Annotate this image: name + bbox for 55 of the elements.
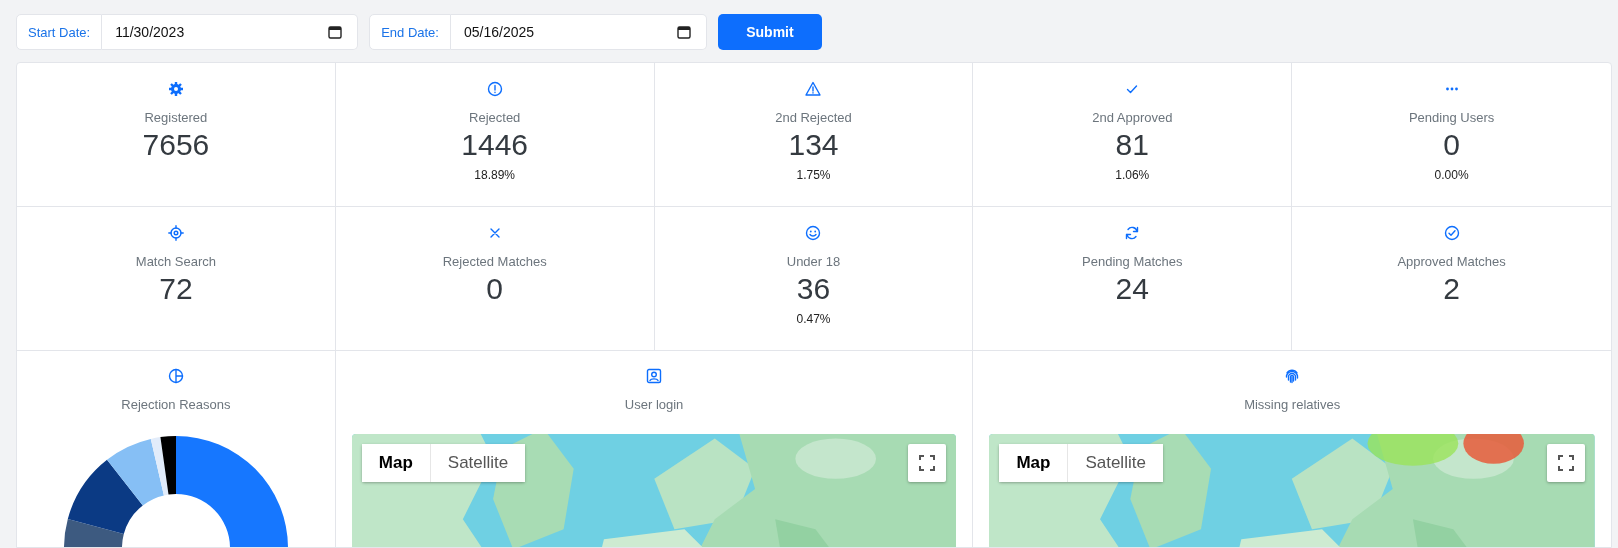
stat-label: Match Search <box>135 254 216 269</box>
date-input[interactable]: 11/30/2023 <box>102 24 324 40</box>
stat-label: Pending Users <box>1408 110 1495 125</box>
warning-icon <box>805 81 822 97</box>
stat-label: Registered <box>144 110 208 125</box>
stat-label: Approved Matches <box>1397 254 1506 269</box>
stat-value: 81 <box>1115 128 1149 162</box>
calendar-icon <box>327 24 344 40</box>
stat-value: 134 <box>788 128 839 162</box>
gear-icon <box>167 81 184 97</box>
panel-title: User login <box>624 397 684 412</box>
stat-label: 2nd Approved <box>1092 110 1173 125</box>
date-input[interactable]: 05/16/2025 <box>450 24 672 40</box>
stat-value: 2 <box>1443 272 1460 306</box>
stat-value: 0 <box>486 272 504 306</box>
map-type-tab[interactable]: Map <box>361 444 430 482</box>
stat-percent: 18.89% <box>474 168 516 182</box>
date-field[interactable]: 11/30/2023 <box>102 14 359 50</box>
refresh-icon <box>1124 225 1141 241</box>
fingerprint-icon <box>1284 368 1301 384</box>
stat-value: 7656 <box>142 128 210 162</box>
date-label: End Date: <box>369 14 451 50</box>
date-field[interactable]: 05/16/2025 <box>450 14 707 50</box>
fullscreen-button[interactable] <box>1547 444 1585 482</box>
panel-title: Missing relatives <box>1244 397 1341 412</box>
fullscreen-button[interactable] <box>908 444 947 482</box>
stat-percent: 1.75% <box>796 168 831 182</box>
stat-label: Pending Matches <box>1082 254 1183 269</box>
stat-label: 2nd Rejected <box>775 110 852 125</box>
user-icon <box>646 368 663 384</box>
exclamation-circle-icon <box>486 81 503 97</box>
pie-icon <box>167 368 184 384</box>
stat-label: Rejected Matches <box>442 254 547 269</box>
check-circle-icon <box>1443 225 1460 241</box>
stat-value: 0 <box>1443 128 1460 162</box>
fullscreen-icon <box>1558 455 1574 471</box>
smile-icon <box>805 225 822 241</box>
stat-percent: 0.00% <box>1434 168 1469 182</box>
stat-label: Rejected <box>469 110 521 125</box>
stat-value: 24 <box>1115 272 1149 306</box>
fullscreen-icon <box>919 455 936 471</box>
submit-button[interactable]: Submit <box>717 14 822 50</box>
stat-value: 1446 <box>461 128 529 162</box>
target-icon <box>167 225 184 241</box>
stat-label: Under 18 <box>786 254 841 269</box>
stat-percent: 1.06% <box>1115 168 1150 182</box>
panel-title: Rejection Reasons <box>121 397 231 412</box>
calendar-icon <box>675 24 692 40</box>
map-type-tab[interactable]: Map <box>999 444 1068 482</box>
map-type-tab[interactable]: Satellite <box>429 444 526 482</box>
stat-value: 72 <box>159 272 193 306</box>
map-type-tab[interactable]: Satellite <box>1067 444 1163 482</box>
date-label: Start Date: <box>16 14 103 50</box>
stat-value: 36 <box>796 272 831 306</box>
stat-percent: 0.47% <box>796 312 831 326</box>
